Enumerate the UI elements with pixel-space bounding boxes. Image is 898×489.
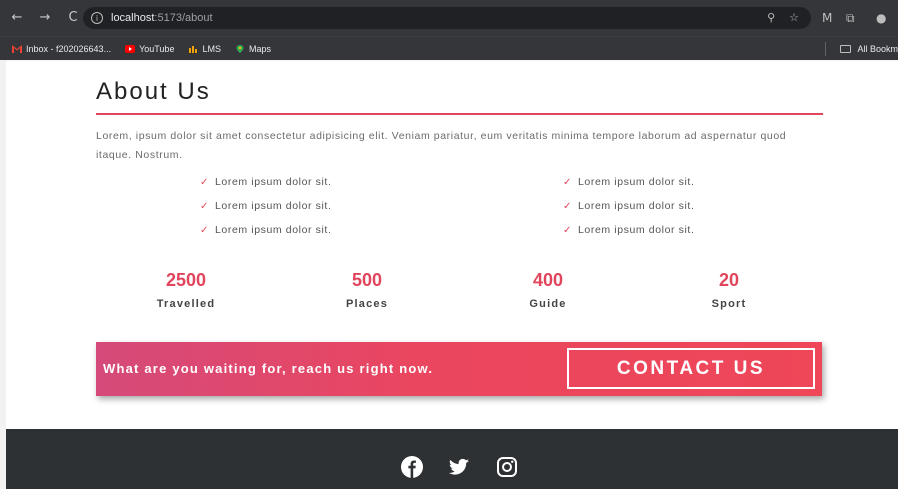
checklist-item: ✓ Lorem ipsum dolor sit.: [200, 176, 332, 188]
cta-text: What are you waiting for, reach us right…: [103, 361, 434, 376]
stat-value: 400: [532, 270, 564, 290]
stat-label: Sport: [711, 298, 747, 310]
gmail-extension-icon[interactable]: M: [822, 11, 832, 25]
checklist-item: ✓ Lorem ipsum dolor sit.: [563, 176, 695, 188]
address-bar[interactable]: i localhost :5173/about ⚲ ☆: [83, 7, 811, 29]
stat-places: 500 Places: [307, 269, 427, 310]
all-bookmarks-label: All Bookm: [857, 44, 898, 54]
stat-value: 20: [718, 270, 740, 290]
checklist-item: ✓ Lorem ipsum dolor sit.: [200, 200, 332, 212]
check-icon: ✓: [563, 225, 572, 236]
twitter-icon[interactable]: [447, 455, 471, 479]
contact-us-button[interactable]: CONTACT US: [567, 348, 815, 389]
checklist-item: ✓ Lorem ipsum dolor sit.: [563, 200, 695, 212]
url-host: localhost: [111, 12, 155, 24]
back-icon[interactable]: ←: [10, 10, 24, 26]
nav-buttons: ← → C: [10, 10, 80, 26]
bookmarks-divider: [825, 42, 827, 56]
contact-banner: What are you waiting for, reach us right…: [96, 342, 822, 396]
page-content: About Us Lorem, ipsum dolor sit amet con…: [6, 61, 898, 489]
bookmark-lms[interactable]: LMS: [188, 44, 221, 54]
facebook-icon[interactable]: [400, 455, 424, 479]
check-icon: ✓: [563, 201, 572, 212]
bookmark-label: Inbox - f202026643...: [26, 43, 112, 54]
stat-label: Travelled: [156, 298, 216, 310]
checklist-right: ✓ Lorem ipsum dolor sit. ✓ Lorem ipsum dol…: [563, 175, 694, 238]
bookmark-youtube[interactable]: YouTube: [125, 44, 174, 54]
check-icon: ✓: [200, 201, 209, 212]
folder-icon: [840, 45, 852, 53]
checklist-item: ✓ Lorem ipsum dolor sit.: [200, 224, 332, 236]
stat-travelled: 2500 Travelled: [126, 269, 246, 310]
lms-icon: [189, 45, 198, 53]
zoom-icon[interactable]: ⚲: [767, 11, 775, 24]
url-path: :5173/about: [154, 12, 213, 24]
bookmark-label: LMS: [202, 43, 221, 54]
stat-value: 2500: [165, 270, 207, 290]
bookmark-gmail[interactable]: Inbox - f202026643...: [12, 44, 111, 54]
bookmark-label: YouTube: [139, 43, 175, 54]
stat-sport: 20 Sport: [669, 269, 789, 310]
profile-avatar[interactable]: ●: [876, 11, 886, 25]
bookmark-label: Maps: [248, 43, 271, 54]
bookmark-maps[interactable]: Maps: [235, 44, 271, 54]
check-icon: ✓: [200, 177, 209, 188]
title-underline: [96, 113, 823, 115]
intro-paragraph: Lorem, ipsum dolor sit amet consectetur …: [96, 130, 787, 161]
forward-icon[interactable]: →: [38, 10, 52, 26]
site-info-icon[interactable]: i: [91, 12, 103, 24]
stat-label: Places: [345, 298, 389, 310]
instagram-icon[interactable]: [495, 455, 519, 479]
star-icon[interactable]: ☆: [789, 11, 799, 24]
gmail-icon: [12, 44, 22, 53]
stat-label: Guide: [529, 298, 567, 310]
page-title: About Us: [96, 78, 211, 105]
maps-icon: [236, 44, 244, 53]
extensions-icon[interactable]: ⧉: [846, 11, 855, 26]
bookmarks-bar: Inbox - f202026643... YouTube LMS Maps A…: [0, 36, 898, 60]
checklist-left: ✓ Lorem ipsum dolor sit. ✓ Lorem ipsum dol…: [200, 175, 331, 238]
browser-toolbar: ← → C i localhost :5173/about ⚲ ☆ M ⧉ ●: [0, 0, 898, 36]
reload-icon[interactable]: C: [66, 10, 80, 26]
check-icon: ✓: [200, 225, 209, 236]
stat-value: 500: [351, 270, 383, 290]
all-bookmarks[interactable]: All Bookm: [825, 42, 898, 56]
checklist-item: ✓ Lorem ipsum dolor sit.: [563, 224, 695, 236]
check-icon: ✓: [563, 177, 572, 188]
youtube-icon: [125, 44, 136, 53]
stat-guide: 400 Guide: [488, 269, 608, 310]
footer: [6, 429, 898, 489]
